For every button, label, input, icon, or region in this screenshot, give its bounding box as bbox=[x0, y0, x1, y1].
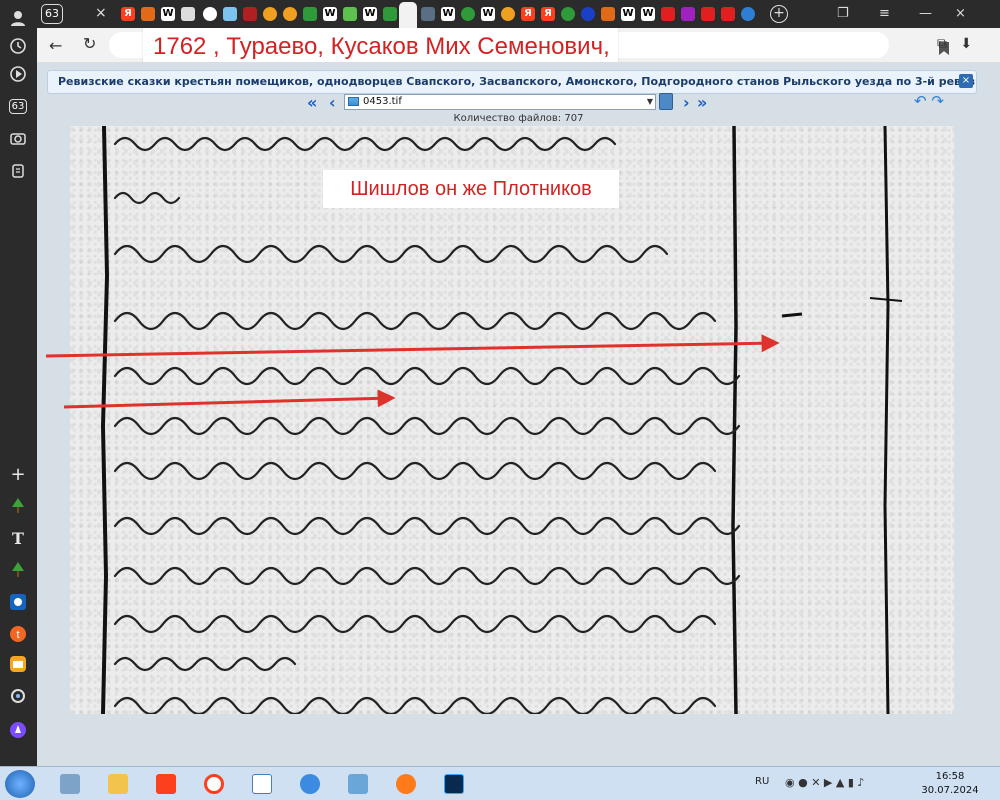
file-select[interactable]: 0453.tif ▼ bbox=[344, 94, 656, 110]
tabs-count-button[interactable]: 63 bbox=[6, 94, 30, 118]
yandex-tab-icon[interactable]: Я bbox=[121, 7, 135, 21]
play-icon[interactable] bbox=[6, 62, 30, 86]
tab-favicon[interactable] bbox=[203, 7, 217, 21]
close-window-icon[interactable]: × bbox=[955, 7, 969, 21]
blue-app-icon[interactable] bbox=[6, 590, 30, 614]
menu-icon[interactable]: ≡ bbox=[879, 7, 893, 21]
document-header: Ревизские сказки крестьян помещиков, одн… bbox=[47, 70, 977, 94]
tray-icons[interactable]: ◉ ● ✕ ▶ ▲ ▮ ♪ bbox=[785, 776, 864, 789]
image-file-icon bbox=[348, 97, 359, 106]
rotate-buttons: ↶ ↷ bbox=[914, 92, 944, 110]
camera-icon[interactable] bbox=[6, 126, 30, 150]
new-tab-button[interactable]: + bbox=[770, 5, 788, 23]
browser-sidebar: 63 + T t bbox=[0, 0, 37, 766]
tree-icon[interactable] bbox=[6, 494, 30, 518]
rail-badge: 63 bbox=[8, 98, 28, 114]
last-file-button[interactable]: » bbox=[697, 93, 708, 112]
firefox-app-icon[interactable] bbox=[386, 769, 426, 799]
wiki-tab-icon[interactable]: W bbox=[481, 7, 495, 21]
tab-favicon[interactable] bbox=[283, 7, 297, 21]
next-file-button[interactable]: › bbox=[683, 93, 689, 112]
tab-favicon[interactable] bbox=[383, 7, 397, 21]
calculator-app-icon[interactable] bbox=[50, 769, 90, 799]
bookmarks-icon[interactable]: ❐ bbox=[837, 7, 851, 21]
file-list-icon[interactable] bbox=[659, 93, 673, 110]
tab-favicon[interactable] bbox=[223, 7, 237, 21]
tab-favicon[interactable] bbox=[461, 7, 475, 21]
minimize-icon[interactable]: — bbox=[919, 7, 933, 21]
viewer-page: Ревизские сказки крестьян помещиков, одн… bbox=[37, 62, 1000, 766]
t-app-icon[interactable]: T bbox=[6, 526, 30, 550]
tab-favicon[interactable] bbox=[343, 7, 357, 21]
annotation-label: Шишлов он же Плотников bbox=[323, 170, 619, 208]
copy-icon[interactable] bbox=[6, 158, 30, 182]
reload-button[interactable]: ↻ bbox=[83, 34, 96, 53]
file-name: 0453.tif bbox=[363, 96, 402, 107]
orange-t-icon[interactable]: t bbox=[6, 622, 30, 646]
back-button[interactable]: ← bbox=[49, 36, 62, 55]
clock-time: 16:58 bbox=[935, 771, 965, 782]
youtube-tab-icon[interactable] bbox=[661, 7, 675, 21]
wiki-tab-icon[interactable]: W bbox=[323, 7, 337, 21]
tab-favicon[interactable] bbox=[141, 7, 155, 21]
rotate-left-button[interactable]: ↶ bbox=[914, 92, 927, 110]
wiki-tab-icon[interactable]: W bbox=[441, 7, 455, 21]
tab-favicon[interactable] bbox=[501, 7, 515, 21]
tab-favicon[interactable] bbox=[561, 7, 575, 21]
tab-strip: 63 × ‹ Я W W W W W Я Я W W + ❐ ≡ — × bbox=[37, 0, 1000, 28]
active-tab[interactable] bbox=[399, 2, 417, 28]
notepad-app-icon[interactable] bbox=[242, 769, 282, 799]
tab-favicon[interactable] bbox=[181, 7, 195, 21]
clock[interactable]: 16:58 30.07.2024 bbox=[920, 770, 980, 798]
wiki-tab-icon[interactable]: W bbox=[363, 7, 377, 21]
extensions-icon[interactable]: ⧉ ⬇ bbox=[937, 36, 972, 52]
start-button[interactable] bbox=[5, 770, 35, 798]
alice-icon[interactable] bbox=[6, 718, 30, 742]
tab-favicon[interactable] bbox=[741, 7, 755, 21]
tab-favicon[interactable] bbox=[243, 7, 257, 21]
language-indicator[interactable]: RU bbox=[755, 776, 769, 787]
prev-file-button[interactable]: ‹ bbox=[329, 93, 335, 112]
photo-viewer-app-icon[interactable] bbox=[338, 769, 378, 799]
youtube-tab-icon[interactable] bbox=[701, 7, 715, 21]
tab-favicon[interactable] bbox=[601, 7, 615, 21]
document-scan-image[interactable]: Шишлов он же Плотников + − ▣ ⤢ bbox=[70, 126, 954, 714]
tab-count-button[interactable]: 63 bbox=[41, 4, 63, 24]
mail-icon[interactable] bbox=[6, 652, 30, 676]
clock-date: 30.07.2024 bbox=[921, 785, 979, 796]
wiki-tab-icon[interactable]: W bbox=[641, 7, 655, 21]
tab-favicon[interactable] bbox=[421, 7, 435, 21]
handwriting-scan bbox=[100, 126, 903, 714]
file-count: Количество файлов: 707 bbox=[453, 113, 584, 124]
yandex-tab-icon[interactable]: Я bbox=[541, 7, 555, 21]
wiki-tab-icon[interactable]: W bbox=[161, 7, 175, 21]
yandex-tab-icon[interactable]: Я bbox=[521, 7, 535, 21]
yandex-app-icon[interactable] bbox=[146, 769, 186, 799]
svg-text:t: t bbox=[16, 629, 19, 641]
overlay-title: 1762 , Тураево, Кусаков Мих Семенович, bbox=[143, 28, 618, 66]
wiki-tab-icon[interactable]: W bbox=[621, 7, 635, 21]
tab-back-icon[interactable]: ‹ bbox=[99, 6, 113, 21]
add-icon[interactable]: + bbox=[6, 462, 30, 486]
explorer-app-icon[interactable] bbox=[98, 769, 138, 799]
onedrive-app-icon[interactable] bbox=[290, 769, 330, 799]
photoshop-app-icon[interactable] bbox=[434, 769, 474, 799]
yandex-browser-app-icon[interactable] bbox=[194, 769, 234, 799]
tab-favicon[interactable] bbox=[263, 7, 277, 21]
profile-icon[interactable] bbox=[6, 6, 30, 30]
rotate-right-button[interactable]: ↷ bbox=[931, 92, 944, 110]
tab-favicon[interactable] bbox=[581, 7, 595, 21]
tab-favicon[interactable] bbox=[681, 7, 695, 21]
circle-icon[interactable] bbox=[6, 684, 30, 708]
first-file-button[interactable]: « bbox=[307, 93, 318, 112]
youtube-tab-icon[interactable] bbox=[721, 7, 735, 21]
history-icon[interactable] bbox=[6, 34, 30, 58]
chevron-down-icon: ▼ bbox=[646, 97, 653, 106]
tab-favicon[interactable] bbox=[303, 7, 317, 21]
tree-icon-2[interactable] bbox=[6, 558, 30, 582]
taskbar: RU ◉ ● ✕ ▶ ▲ ▮ ♪ 16:58 30.07.2024 bbox=[0, 766, 1000, 800]
close-icon[interactable]: × bbox=[959, 74, 973, 88]
